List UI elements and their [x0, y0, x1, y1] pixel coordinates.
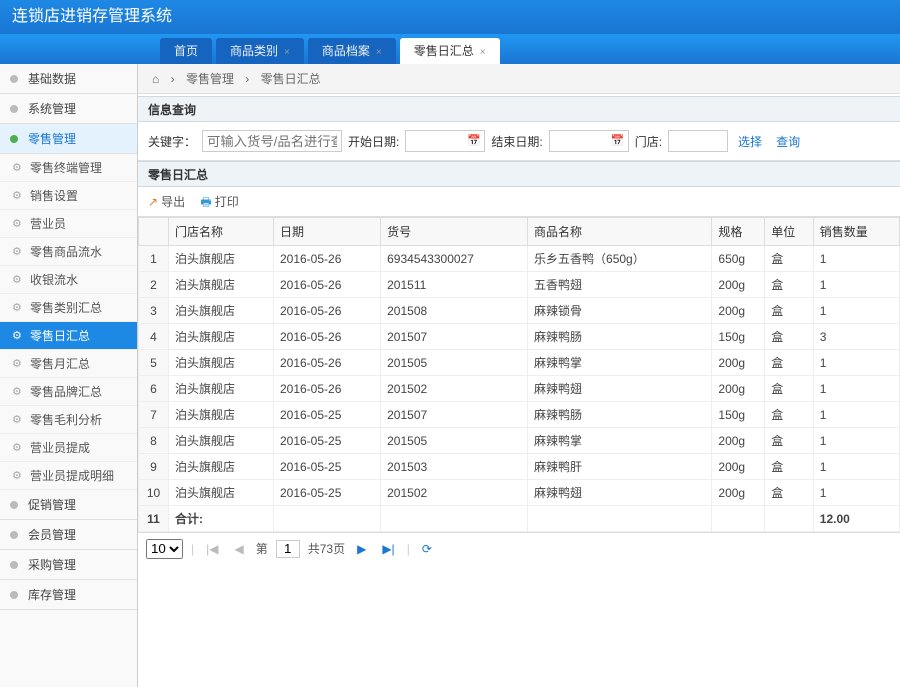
sidebar-item-收银流水[interactable]: 收银流水	[0, 266, 137, 294]
store-input[interactable]	[668, 130, 728, 152]
calendar-icon[interactable]	[467, 133, 483, 149]
page-prefix: 第	[256, 533, 268, 565]
export-icon: ↗	[148, 195, 158, 209]
table-row[interactable]: 4泊头旗舰店2016-05-26201507麻辣鸭肠150g盒3	[139, 324, 900, 350]
table-row[interactable]: 10泊头旗舰店2016-05-25201502麻辣鸭翅200g盒1	[139, 480, 900, 506]
col-header[interactable]: 销售数量	[813, 218, 899, 246]
first-page-button[interactable]: |◀	[202, 533, 222, 565]
close-icon[interactable]: ×	[480, 47, 486, 58]
sidebar-item-营业员提成明细[interactable]: 营业员提成明细	[0, 462, 137, 490]
table-row[interactable]: 2泊头旗舰店2016-05-26201511五香鸭翅200g盒1	[139, 272, 900, 298]
search-row: 关键字： 开始日期: 结束日期: 门店: 选择 查询	[138, 122, 900, 161]
table-row[interactable]: 1泊头旗舰店2016-05-266934543300027乐乡五香鸭（650g）…	[139, 246, 900, 272]
grid-title: 零售日汇总	[138, 161, 900, 187]
table-row[interactable]: 8泊头旗舰店2016-05-25201505麻辣鸭掌200g盒1	[139, 428, 900, 454]
table-row[interactable]: 3泊头旗舰店2016-05-26201508麻辣锁骨200g盒1	[139, 298, 900, 324]
total-pages: 共73页	[308, 533, 345, 565]
main-panel: ⌂ › 零售管理 › 零售日汇总 信息查询 关键字： 开始日期: 结束日期: 门…	[138, 64, 900, 687]
prev-page-button[interactable]: ◀	[230, 533, 247, 565]
sidebar-group-采购管理[interactable]: 采购管理	[0, 550, 137, 580]
calendar-icon[interactable]	[611, 133, 627, 149]
sidebar-group-基础数据[interactable]: 基础数据	[0, 64, 137, 94]
col-header[interactable]: 日期	[273, 218, 380, 246]
refresh-button[interactable]: ⟳	[418, 533, 436, 565]
sidebar-item-零售商品流水[interactable]: 零售商品流水	[0, 238, 137, 266]
sidebar-group-促销管理[interactable]: 促销管理	[0, 490, 137, 520]
sidebar: 基础数据系统管理零售管理零售终端管理销售设置营业员零售商品流水收银流水零售类别汇…	[0, 64, 138, 687]
tab-商品类别[interactable]: 商品类别×	[216, 38, 304, 64]
col-header[interactable]: 门店名称	[169, 218, 274, 246]
select-store-link[interactable]: 选择	[738, 133, 762, 150]
sidebar-item-零售毛利分析[interactable]: 零售毛利分析	[0, 406, 137, 434]
data-table: 门店名称日期货号商品名称规格单位销售数量 1泊头旗舰店2016-05-26693…	[138, 217, 900, 532]
start-date-label: 开始日期:	[348, 133, 399, 150]
page-input[interactable]	[276, 540, 300, 558]
home-icon[interactable]: ⌂	[152, 72, 159, 86]
col-header[interactable]: 商品名称	[528, 218, 712, 246]
sidebar-item-零售类别汇总[interactable]: 零售类别汇总	[0, 294, 137, 322]
sidebar-group-库存管理[interactable]: 库存管理	[0, 580, 137, 610]
app-header: 连锁店进销存管理系统	[0, 0, 900, 34]
sidebar-item-零售日汇总[interactable]: 零售日汇总	[0, 322, 137, 350]
sidebar-group-零售管理[interactable]: 零售管理	[0, 124, 137, 154]
app-title: 连锁店进销存管理系统	[12, 8, 172, 25]
table-row[interactable]: 9泊头旗舰店2016-05-25201503麻辣鸭肝200g盒1	[139, 454, 900, 480]
sidebar-item-营业员[interactable]: 营业员	[0, 210, 137, 238]
tab-零售日汇总[interactable]: 零售日汇总×	[400, 38, 500, 64]
export-button[interactable]: ↗导出	[148, 195, 185, 209]
tab-首页[interactable]: 首页	[160, 38, 212, 64]
print-icon: 🖶	[200, 195, 211, 209]
print-button[interactable]: 🖶打印	[200, 195, 238, 209]
sidebar-item-营业员提成[interactable]: 营业员提成	[0, 434, 137, 462]
end-date-label: 结束日期:	[491, 133, 542, 150]
close-icon[interactable]: ×	[376, 47, 382, 58]
table-row[interactable]: 7泊头旗舰店2016-05-25201507麻辣鸭肠150g盒1	[139, 402, 900, 428]
table-row[interactable]: 6泊头旗舰店2016-05-26201502麻辣鸭翅200g盒1	[139, 376, 900, 402]
tab-商品档案[interactable]: 商品档案×	[308, 38, 396, 64]
keyword-label: 关键字：	[148, 133, 196, 150]
close-icon[interactable]: ×	[284, 47, 290, 58]
table-row[interactable]: 5泊头旗舰店2016-05-26201505麻辣鸭掌200g盒1	[139, 350, 900, 376]
col-header[interactable]: 规格	[712, 218, 765, 246]
sidebar-item-零售品牌汇总[interactable]: 零售品牌汇总	[0, 378, 137, 406]
store-label: 门店:	[635, 133, 662, 150]
col-header[interactable]: 货号	[381, 218, 528, 246]
search-panel-title: 信息查询	[138, 96, 900, 122]
pager: 10 | |◀ ◀ 第 共73页 ▶ ▶| | ⟳	[138, 532, 900, 564]
keyword-input[interactable]	[202, 130, 342, 152]
sidebar-group-会员管理[interactable]: 会员管理	[0, 520, 137, 550]
breadcrumb: ⌂ › 零售管理 › 零售日汇总	[138, 64, 900, 94]
next-page-button[interactable]: ▶	[353, 533, 370, 565]
sidebar-item-销售设置[interactable]: 销售设置	[0, 182, 137, 210]
crumb-level-1[interactable]: 零售管理	[186, 72, 234, 86]
col-header[interactable]: 单位	[765, 218, 814, 246]
tab-bar: 首页商品类别×商品档案×零售日汇总×	[0, 34, 900, 64]
sidebar-item-零售终端管理[interactable]: 零售终端管理	[0, 154, 137, 182]
sidebar-item-零售月汇总[interactable]: 零售月汇总	[0, 350, 137, 378]
crumb-level-2: 零售日汇总	[261, 72, 321, 86]
sidebar-group-系统管理[interactable]: 系统管理	[0, 94, 137, 124]
total-row: 11合计:12.00	[139, 506, 900, 532]
query-button[interactable]: 查询	[776, 133, 800, 150]
page-size-select[interactable]: 10	[146, 539, 183, 559]
grid-toolbar: ↗导出 🖶打印	[138, 187, 900, 217]
last-page-button[interactable]: ▶|	[378, 533, 398, 565]
